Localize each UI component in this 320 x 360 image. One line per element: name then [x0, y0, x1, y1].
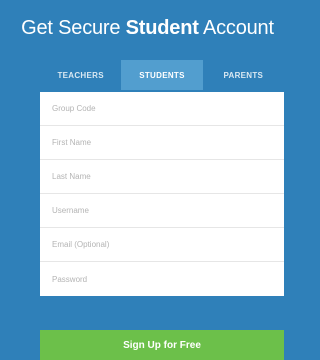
- title-bold: Student: [125, 17, 199, 39]
- email-input[interactable]: [52, 240, 284, 249]
- first-name-input[interactable]: [52, 138, 284, 147]
- title-prefix: Get Secure: [21, 17, 126, 39]
- password-input[interactable]: [52, 274, 284, 284]
- email-field-row: [40, 228, 284, 262]
- group-code-input[interactable]: [52, 104, 284, 113]
- group-code-field-row: [40, 92, 284, 126]
- tab-teachers[interactable]: TEACHERS: [40, 60, 121, 90]
- account-type-tabs: TEACHERS STUDENTS PARENTS: [40, 60, 284, 90]
- last-name-field-row: [40, 160, 284, 194]
- tab-students[interactable]: STUDENTS: [121, 60, 203, 90]
- password-field-row: [40, 262, 284, 296]
- username-input[interactable]: [52, 206, 284, 215]
- tab-parents[interactable]: PARENTS: [203, 60, 284, 90]
- username-field-row: [40, 194, 284, 228]
- page-title: Get Secure Student Account: [0, 8, 295, 48]
- last-name-input[interactable]: [52, 172, 284, 181]
- signup-form: [40, 92, 284, 296]
- title-suffix: Account: [198, 17, 274, 39]
- first-name-field-row: [40, 126, 284, 160]
